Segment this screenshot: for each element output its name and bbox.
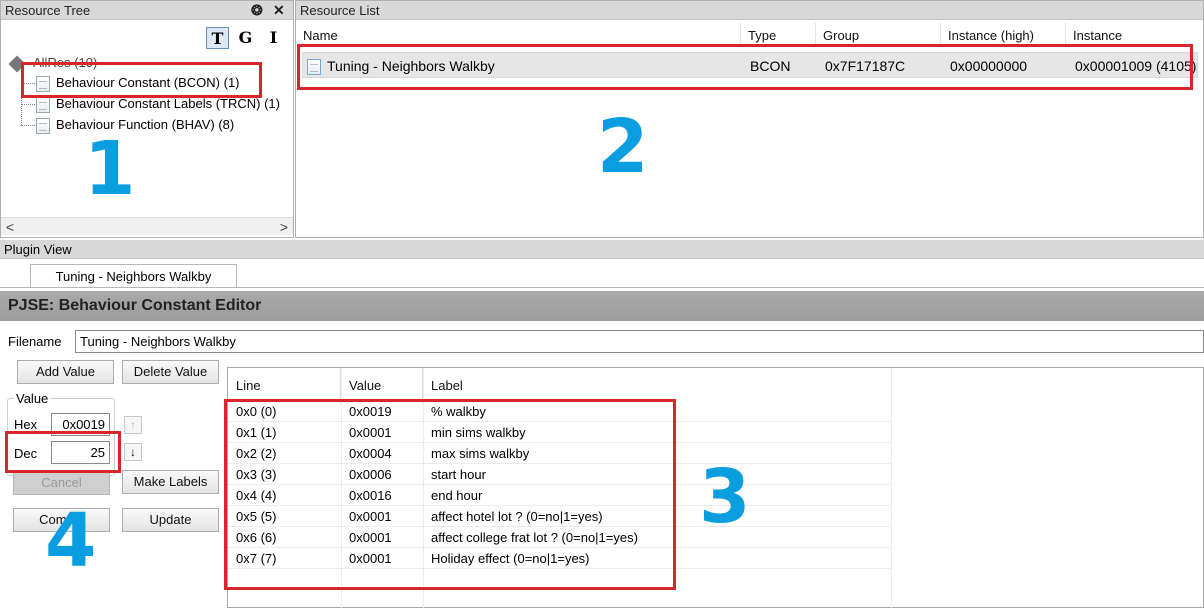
annotation-number-4: 4 (45, 498, 97, 584)
document-icon (36, 96, 50, 113)
update-button[interactable]: Update (122, 508, 219, 532)
editor-title: PJSE: Behaviour Constant Editor (0, 291, 1204, 321)
annotation-box-2 (297, 44, 1193, 90)
column-divider (891, 368, 892, 608)
tree-connector-line (21, 104, 35, 105)
close-icon[interactable]: ✕ (273, 2, 285, 19)
column-header-instance[interactable]: Instance (1066, 23, 1203, 45)
cancel-button[interactable]: Cancel (13, 471, 110, 495)
scroll-left-icon[interactable]: < (1, 218, 19, 236)
column-header-type[interactable]: Type (741, 23, 816, 45)
column-header-instance-high[interactable]: Instance (high) (941, 23, 1066, 45)
arrow-down-icon[interactable]: ↓ (124, 443, 142, 461)
annotation-number-1: 1 (84, 126, 136, 212)
tree-item-label: Behaviour Function (BHAV) (8) (56, 117, 235, 132)
annotation-number-2: 2 (597, 104, 649, 190)
document-icon (36, 117, 50, 134)
scroll-right-icon[interactable]: > (275, 218, 293, 236)
column-header-name[interactable]: Name (296, 23, 741, 45)
plugin-view-title: Plugin View (4, 242, 72, 257)
delete-value-button[interactable]: Delete Value (122, 360, 219, 384)
tree-view-by-group-button[interactable]: G (234, 27, 257, 49)
add-value-button[interactable]: Add Value (17, 360, 114, 384)
hex-label: Hex (14, 417, 38, 432)
resource-tree-header: Resource Tree ❂ ✕ (1, 1, 293, 20)
column-header-group[interactable]: Group (816, 23, 941, 45)
resource-list-title: Resource List (300, 3, 380, 18)
tree-view-by-instance-button[interactable]: I (262, 27, 285, 49)
tree-connector-line (21, 125, 35, 126)
annotation-box-4 (5, 431, 121, 473)
pin-icon[interactable]: ❂ (251, 2, 263, 19)
tab-strip-divider (0, 287, 1204, 288)
plugin-view-header: Plugin View (0, 240, 1204, 259)
annotation-number-3: 3 (699, 454, 751, 540)
resource-tree-title: Resource Tree (5, 3, 91, 18)
make-labels-button[interactable]: Make Labels (122, 470, 219, 494)
value-group-label: Value (14, 391, 51, 406)
tree-view-by-type-button[interactable]: T (206, 27, 229, 49)
tab-tuning-neighbors-walkby[interactable]: Tuning - Neighbors Walkby (30, 264, 237, 288)
tree-horizontal-scrollbar[interactable]: < > (1, 217, 293, 235)
resource-list-header: Resource List (296, 1, 1203, 20)
filename-input[interactable]: Tuning - Neighbors Walkby (75, 330, 1204, 353)
filename-label: Filename (8, 334, 62, 349)
resource-list-pane: Resource List Name Type Group Instance (… (295, 0, 1204, 238)
annotation-box-3 (224, 399, 676, 590)
annotation-box-1 (21, 62, 262, 98)
arrow-up-icon[interactable]: ↑ (124, 416, 142, 434)
resource-tree-pane: Resource Tree ❂ ✕ T G I AllRes (10) Beha… (0, 0, 294, 238)
tree-item-label: Behaviour Constant Labels (TRCN) (1) (56, 96, 280, 111)
